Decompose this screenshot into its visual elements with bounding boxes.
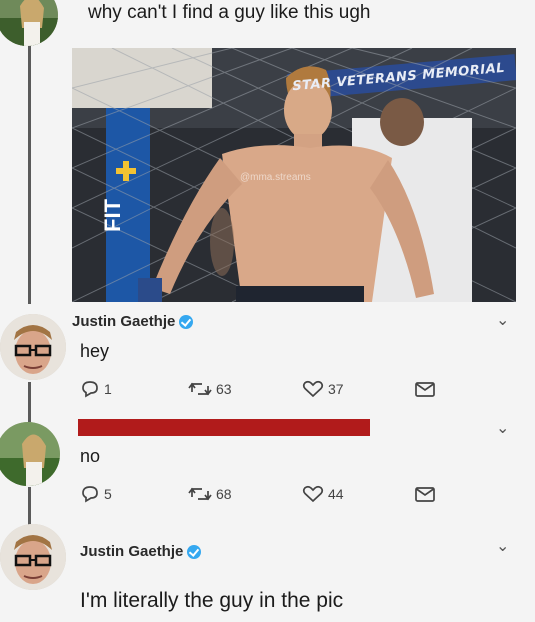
watermark: @mma.streams <box>240 172 311 183</box>
reply-button[interactable]: 5 <box>80 482 112 506</box>
tweet-text: I'm literally the guy in the pic <box>80 589 344 612</box>
retweet-button[interactable]: 63 <box>188 377 232 401</box>
retweet-icon <box>188 382 212 396</box>
share-button[interactable] <box>414 482 436 506</box>
author-name[interactable]: Justin Gaethje <box>80 543 202 560</box>
like-icon <box>302 485 324 503</box>
reply-button[interactable]: 1 <box>80 377 112 401</box>
retweet-count: 63 <box>216 381 232 397</box>
like-count: 44 <box>328 486 344 502</box>
retweet-button[interactable]: 68 <box>188 482 232 506</box>
reply-icon <box>82 381 98 398</box>
avatar[interactable] <box>0 0 58 46</box>
retweet-count: 68 <box>216 486 232 502</box>
thread-line <box>28 487 31 525</box>
tweet-text: no <box>80 446 101 466</box>
tweet-photo[interactable]: STAR VETERANS MEMORIAL @mma.streams FIT <box>72 48 516 302</box>
avatar[interactable] <box>0 422 60 486</box>
mat-text: FIT <box>100 199 125 232</box>
chevron-down-icon[interactable]: ⌄ <box>496 310 509 330</box>
avatar[interactable] <box>0 314 66 380</box>
thread-line <box>28 382 31 424</box>
avatar[interactable] <box>0 524 66 590</box>
reply-icon <box>82 486 98 503</box>
share-icon <box>415 382 435 397</box>
like-button[interactable]: 37 <box>302 377 344 401</box>
reply-count: 1 <box>104 381 112 397</box>
like-count: 37 <box>328 381 344 397</box>
author-name-text: Justin Gaethje <box>72 313 176 330</box>
author-name[interactable]: Justin Gaethje <box>72 313 194 330</box>
tweet-text: why can't I find a guy like this ugh <box>88 2 371 23</box>
like-icon <box>302 380 324 398</box>
verified-icon <box>179 315 194 330</box>
share-icon <box>415 487 435 502</box>
tweet-actions: 1 63 37 <box>80 377 440 401</box>
thread-line <box>28 46 31 304</box>
verified-icon <box>187 545 202 560</box>
retweet-icon <box>188 487 212 501</box>
redacted-name-bar <box>78 419 370 436</box>
author-name-text: Justin Gaethje <box>80 543 184 560</box>
like-button[interactable]: 44 <box>302 482 344 506</box>
tweet-actions: 5 68 44 <box>80 482 440 506</box>
chevron-down-icon[interactable]: ⌄ <box>496 536 509 556</box>
chevron-down-icon[interactable]: ⌄ <box>496 418 509 438</box>
tweet-text: hey <box>80 341 110 361</box>
reply-count: 5 <box>104 486 112 502</box>
share-button[interactable] <box>414 377 436 401</box>
